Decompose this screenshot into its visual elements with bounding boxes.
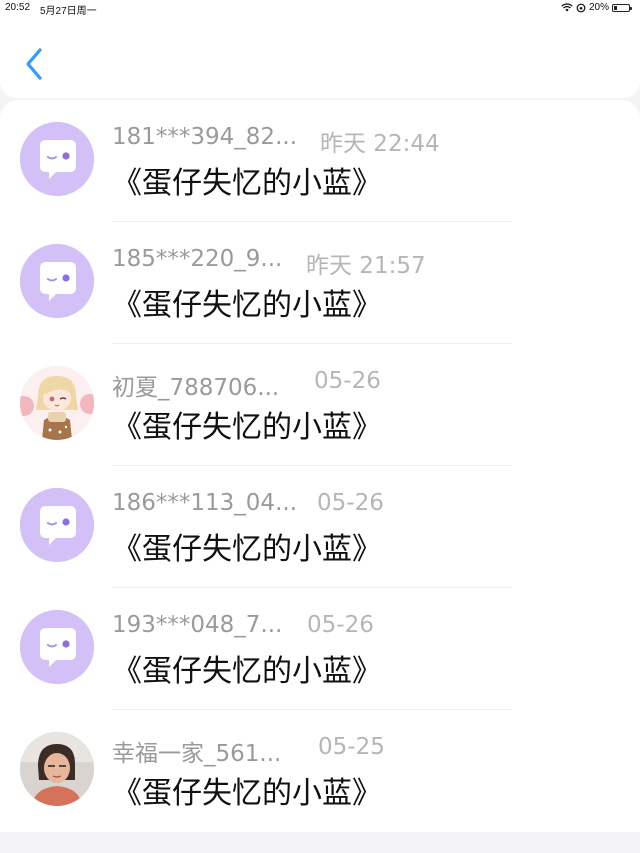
message-preview: 《蛋仔失忆的小蓝》 bbox=[112, 654, 382, 689]
bot-avatar bbox=[20, 122, 94, 196]
status-date: 5月27日周一 bbox=[40, 6, 97, 17]
list-item[interactable]: 186***113_04... 05-26 《蛋仔失忆的小蓝》 bbox=[0, 466, 640, 588]
sender-name: 186***113_04... bbox=[112, 490, 297, 516]
message-preview: 《蛋仔失忆的小蓝》 bbox=[112, 410, 382, 445]
bot-avatar bbox=[20, 488, 94, 562]
list-item[interactable]: 181***394_82... 昨天 22:44 《蛋仔失忆的小蓝》 bbox=[0, 100, 640, 222]
message-preview: 《蛋仔失忆的小蓝》 bbox=[112, 166, 382, 201]
photo-avatar bbox=[20, 732, 94, 806]
status-bar: 20:52 5月27日周一 20% bbox=[0, 0, 640, 17]
list-item[interactable]: 193***048_7... 05-26 《蛋仔失忆的小蓝》 bbox=[0, 588, 640, 710]
message-time: 05-26 bbox=[317, 490, 384, 516]
message-time: 05-26 bbox=[314, 368, 381, 394]
wifi-icon bbox=[561, 3, 573, 12]
message-preview: 《蛋仔失忆的小蓝》 bbox=[112, 532, 382, 567]
chevron-left-icon bbox=[26, 48, 42, 80]
orientation-lock-icon bbox=[576, 3, 586, 12]
battery-icon bbox=[612, 3, 632, 12]
anime-girl-avatar bbox=[20, 366, 94, 440]
bottom-area bbox=[0, 832, 640, 853]
list-item[interactable]: 初夏_788706... 05-26 《蛋仔失忆的小蓝》 bbox=[0, 344, 640, 466]
top-nav-bar bbox=[0, 16, 640, 98]
message-time: 05-26 bbox=[307, 612, 374, 638]
status-time: 20:52 bbox=[5, 2, 31, 13]
bot-avatar bbox=[20, 244, 94, 318]
message-list: 181***394_82... 昨天 22:44 《蛋仔失忆的小蓝》 185**… bbox=[0, 100, 640, 832]
bot-avatar bbox=[20, 610, 94, 684]
back-button[interactable] bbox=[22, 46, 52, 82]
message-preview: 《蛋仔失忆的小蓝》 bbox=[112, 288, 382, 323]
message-preview: 《蛋仔失忆的小蓝》 bbox=[112, 776, 382, 811]
message-time: 昨天 22:44 bbox=[320, 131, 440, 157]
battery-percent: 20% bbox=[588, 2, 609, 13]
sender-name: 幸福一家_561... bbox=[112, 741, 282, 767]
sender-name: 初夏_788706... bbox=[112, 375, 280, 401]
message-time: 昨天 21:57 bbox=[306, 253, 426, 279]
sender-name: 193***048_7... bbox=[112, 612, 283, 638]
list-item[interactable]: 185***220_9... 昨天 21:57 《蛋仔失忆的小蓝》 bbox=[0, 222, 640, 344]
status-right: 20% bbox=[561, 2, 632, 13]
sender-name: 181***394_82... bbox=[112, 124, 297, 150]
list-item[interactable]: 幸福一家_561... 05-25 《蛋仔失忆的小蓝》 bbox=[0, 710, 640, 832]
sender-name: 185***220_9... bbox=[112, 246, 283, 272]
message-time: 05-25 bbox=[318, 734, 385, 760]
